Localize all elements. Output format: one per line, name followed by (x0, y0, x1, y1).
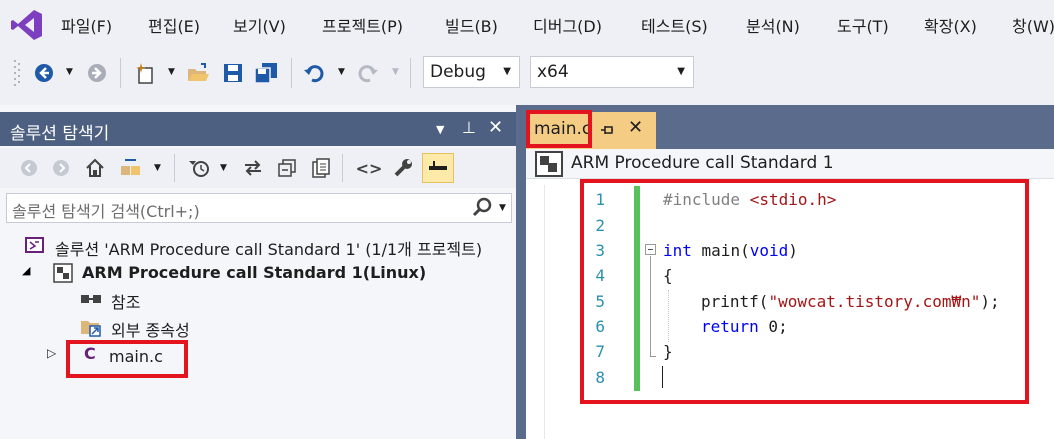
solution-icon (25, 236, 45, 258)
new-project-icon[interactable] (134, 60, 158, 86)
switch-views-icon[interactable] (118, 154, 144, 182)
project-scope-icon (535, 151, 563, 181)
project-icon (53, 263, 73, 287)
se-back-icon[interactable] (16, 154, 42, 182)
home-icon[interactable] (82, 154, 108, 182)
visual-studio-logo-icon[interactable] (10, 8, 44, 42)
menu-test[interactable]: 테스트(S) (641, 13, 708, 37)
references-icon (80, 291, 102, 311)
pin-tab-icon[interactable] (600, 122, 614, 141)
solution-explorer-title: 솔루션 탐색기 (10, 124, 110, 144)
preview-selected-items-icon[interactable] (422, 153, 454, 183)
toolbar-separator (174, 154, 175, 182)
highlight-box (526, 110, 592, 148)
undo-dropdown-icon[interactable]: ▼ (338, 67, 345, 77)
search-icon[interactable] (472, 197, 492, 221)
menu-project[interactable]: 프로젝트(P) (322, 13, 403, 37)
close-icon[interactable]: ✕ (488, 117, 503, 138)
toolbar-separator (120, 58, 121, 88)
menu-tools[interactable]: 도구(T) (837, 13, 889, 37)
platform-value: x64 (537, 62, 569, 82)
close-tab-icon[interactable]: ✕ (628, 117, 643, 138)
tree-external-deps-label[interactable]: 외부 종속성 (111, 317, 190, 341)
menu-build[interactable]: 빌드(B) (445, 13, 498, 37)
external-dependencies-icon (80, 317, 102, 341)
menu-window[interactable]: 창(W) (1012, 13, 1054, 37)
menu-debug[interactable]: 디버그(D) (533, 13, 602, 37)
chevron-down-icon: ▼ (503, 66, 511, 77)
tree-project-label[interactable]: ARM Procedure call Standard 1(Linux) (82, 263, 426, 282)
collapse-all-icon[interactable] (274, 154, 300, 182)
new-dropdown-icon[interactable]: ▼ (168, 67, 175, 77)
pending-changes-filter-icon[interactable] (186, 154, 212, 182)
forward-icon[interactable] (85, 60, 109, 86)
window-position-dropdown-icon[interactable]: ▼ (436, 123, 444, 136)
panel-splitter[interactable] (516, 105, 526, 439)
collapsed-arrow-icon[interactable]: ▷ (47, 346, 56, 360)
chevron-down-icon: ▼ (677, 66, 685, 77)
back-icon[interactable] (32, 60, 56, 86)
open-folder-icon[interactable] (186, 60, 210, 86)
menu-view[interactable]: 보기(V) (233, 13, 286, 37)
toolbar-separator (410, 58, 411, 88)
switch-views-dropdown-icon[interactable]: ▼ (154, 163, 161, 173)
highlight-box (66, 340, 188, 378)
pin-icon[interactable]: ⊥ (462, 118, 476, 137)
view-code-icon[interactable]: <> (356, 154, 383, 182)
toolbar-grip-icon[interactable] (13, 58, 21, 88)
filter-dropdown-icon[interactable]: ▼ (220, 163, 227, 173)
menu-file[interactable]: 파일(F) (61, 13, 112, 37)
configuration-select[interactable]: Debug ▼ (423, 56, 520, 88)
scope-dropdown[interactable]: ARM Procedure call Standard 1 (571, 153, 834, 173)
sync-icon[interactable] (240, 154, 266, 182)
tree-references-label[interactable]: 참조 (111, 289, 140, 313)
highlight-box (580, 179, 1029, 404)
tree-solution-label[interactable]: 솔루션 'ARM Procedure call Standard 1' (1/1… (55, 236, 482, 260)
configuration-value: Debug (430, 62, 486, 82)
menu-edit[interactable]: 편집(E) (148, 13, 200, 37)
properties-wrench-icon[interactable] (390, 154, 416, 182)
back-dropdown-icon[interactable]: ▼ (66, 67, 73, 77)
se-forward-icon[interactable] (48, 154, 74, 182)
show-all-files-icon[interactable] (308, 154, 334, 182)
menu-analyze[interactable]: 분석(N) (746, 13, 800, 37)
redo-dropdown-icon[interactable]: ▼ (392, 67, 399, 77)
editor-margin-line (544, 185, 545, 439)
search-options-dropdown-icon[interactable]: ▼ (499, 203, 506, 213)
toolbar-separator (291, 58, 292, 88)
expanded-arrow-icon[interactable]: ◢ (22, 264, 30, 277)
platform-select[interactable]: x64 ▼ (530, 56, 694, 88)
redo-icon[interactable] (356, 60, 380, 86)
main-toolbar (0, 50, 1054, 98)
undo-icon[interactable] (302, 60, 326, 86)
toolbar-separator (342, 154, 343, 182)
menu-extensions[interactable]: 확장(X) (924, 13, 977, 37)
save-all-icon[interactable] (254, 60, 278, 86)
search-placeholder: 솔루션 탐색기 검색(Ctrl+;) (12, 202, 200, 221)
save-icon[interactable] (221, 60, 245, 86)
